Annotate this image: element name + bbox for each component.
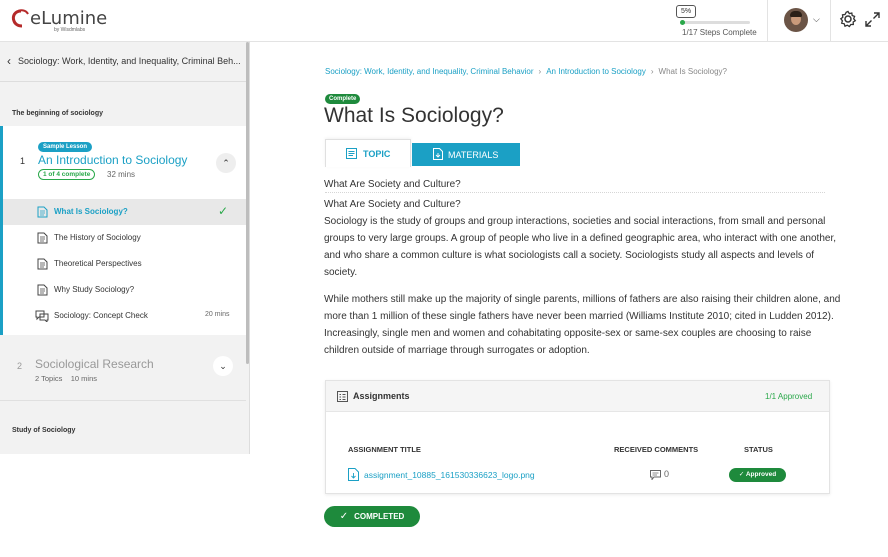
comments-count-value: 0 xyxy=(664,469,670,479)
content-subheading: What Are Society and Culture? xyxy=(324,199,461,210)
sample-lesson-badge: Sample Lesson xyxy=(38,142,93,152)
assignments-panel: Assignments 1/1 Approved ASSIGNMENT TITL… xyxy=(325,380,830,494)
progress-percent-badge: 5% xyxy=(676,5,697,18)
progress-marker xyxy=(680,20,685,25)
approved-status-label: Approved xyxy=(745,471,777,478)
document-icon xyxy=(37,206,48,218)
chevron-down-icon: ⌄ xyxy=(219,361,227,371)
logo-text: eLumine xyxy=(30,8,108,29)
topic-item-why-study[interactable]: Why Study Sociology? xyxy=(3,277,246,303)
lesson-title[interactable]: Sociological Research xyxy=(35,357,154,371)
top-bar: eLumine by Wisdmlabs 5% 1/17 Steps Compl… xyxy=(0,0,888,42)
topic-label: What Is Sociology? xyxy=(54,207,128,216)
collapse-lesson-button[interactable]: ⌃ xyxy=(216,153,236,173)
lesson-duration: 32 mins xyxy=(107,170,136,179)
approved-status-badge: ✓ Approved xyxy=(729,468,786,482)
divider xyxy=(0,400,246,401)
breadcrumb-lesson-link[interactable]: An Introduction to Sociology xyxy=(546,67,646,76)
chevron-down-icon[interactable]: ⌵ xyxy=(813,14,820,25)
column-header-comments: RECEIVED COMMENTS xyxy=(614,445,699,454)
check-icon: ✓ xyxy=(339,511,349,522)
tab-materials[interactable]: MATERIALS xyxy=(412,143,520,166)
lesson-title[interactable]: An Introduction to Sociology xyxy=(38,153,187,167)
assignments-approved-count: 1/1 Approved xyxy=(765,392,813,401)
section-heading: Study of Sociology xyxy=(12,427,76,434)
logo-mark-icon xyxy=(11,9,29,28)
content-paragraph: While mothers still make up the majority… xyxy=(324,294,841,356)
tab-materials-label: MATERIALS xyxy=(448,150,499,160)
breadcrumb: Sociology: Work, Identity, and Inequalit… xyxy=(325,67,727,76)
lesson-item-2[interactable]: 2 Sociological Research 2 Topics 10 mins… xyxy=(0,344,246,400)
assignment-file-link[interactable]: assignment_10885_161530336623_logo.png xyxy=(364,470,535,480)
column-header-title: ASSIGNMENT TITLE xyxy=(348,445,421,454)
header-divider xyxy=(830,0,831,42)
topic-item-concept-check[interactable]: Sociology: Concept Check 20 mins xyxy=(3,303,246,329)
lesson-item-1[interactable]: 1 Sample Lesson An Introduction to Socio… xyxy=(0,126,246,335)
breadcrumb-current: What Is Sociology? xyxy=(658,67,727,76)
breadcrumb-course-link[interactable]: Sociology: Work, Identity, and Inequalit… xyxy=(325,67,534,76)
column-header-status: STATUS xyxy=(744,445,773,454)
assignments-header: Assignments 1/1 Approved xyxy=(326,381,829,412)
topic-item-history[interactable]: The History of Sociology xyxy=(3,225,246,251)
elumine-logo[interactable]: eLumine by Wisdmlabs xyxy=(10,6,107,36)
topic-label: Sociology: Concept Check xyxy=(54,311,148,320)
tab-topic-label: TOPIC xyxy=(363,149,391,159)
tab-topic[interactable]: TOPIC xyxy=(325,139,411,167)
content-paragraph: Sociology is the study of groups and gro… xyxy=(324,216,837,278)
assignment-icon xyxy=(337,391,348,402)
fullscreen-icon[interactable] xyxy=(865,12,880,27)
expand-lesson-button[interactable]: ⌄ xyxy=(213,356,233,376)
topic-label: Theoretical Perspectives xyxy=(54,259,142,268)
topic-item-theoretical[interactable]: Theoretical Perspectives xyxy=(3,251,246,277)
lesson-progress-badge: 1 of 4 complete xyxy=(38,169,96,180)
topic-duration: 20 mins xyxy=(205,311,230,318)
breadcrumb-separator: › xyxy=(538,67,542,76)
quiz-icon xyxy=(35,310,49,322)
topic-label: The History of Sociology xyxy=(54,233,141,242)
document-icon xyxy=(37,284,48,296)
file-download-icon xyxy=(348,468,359,481)
topic-icon xyxy=(346,148,357,159)
divider xyxy=(325,192,825,194)
chevron-up-icon: ⌃ xyxy=(222,158,230,168)
avatar[interactable] xyxy=(784,8,808,32)
page-title: What Is Sociology? xyxy=(324,104,504,127)
document-icon xyxy=(37,232,48,244)
section-heading: The beginning of sociology xyxy=(12,110,103,117)
content-heading: What Are Society and Culture? xyxy=(324,179,461,190)
sidebar-scrollbar[interactable] xyxy=(246,42,249,364)
header-divider xyxy=(767,0,768,42)
check-icon: ✓ xyxy=(218,204,229,218)
status-badge: Complete xyxy=(325,94,361,104)
check-icon: ✓ xyxy=(738,471,746,478)
assignments-title: Assignments xyxy=(353,391,410,401)
chevron-left-icon: ‹ xyxy=(7,54,11,68)
completed-button-label: COMPLETED xyxy=(354,512,405,521)
lesson-duration: 10 mins xyxy=(70,374,97,383)
course-back-link[interactable]: ‹ Sociology: Work, Identity, and Inequal… xyxy=(0,42,246,82)
sidebar-course-title: Sociology: Work, Identity, and Inequalit… xyxy=(18,56,241,66)
gear-icon[interactable] xyxy=(839,10,857,28)
completed-button[interactable]: ✓ COMPLETED xyxy=(324,506,420,527)
breadcrumb-separator: › xyxy=(650,67,654,76)
file-icon xyxy=(433,148,443,160)
progress-track xyxy=(682,21,750,24)
logo-subtitle: by Wisdmlabs xyxy=(54,27,86,33)
topic-label: Why Study Sociology? xyxy=(54,285,135,294)
lesson-number: 2 xyxy=(17,361,23,371)
course-progress: 5% 1/17 Steps Complete xyxy=(676,5,757,39)
document-icon xyxy=(37,258,48,270)
topic-item-what-is-sociology[interactable]: What Is Sociology? ✓ xyxy=(3,199,246,225)
progress-steps-text: 1/17 Steps Complete xyxy=(682,28,757,37)
lesson-topic-count: 2 Topics xyxy=(35,374,63,383)
lesson-meta: 2 Topics 10 mins xyxy=(35,374,97,383)
course-sidebar: ‹ Sociology: Work, Identity, and Inequal… xyxy=(0,42,250,454)
lesson-number: 1 xyxy=(20,156,26,166)
avatar-hair xyxy=(790,11,802,17)
comment-icon xyxy=(650,470,661,480)
